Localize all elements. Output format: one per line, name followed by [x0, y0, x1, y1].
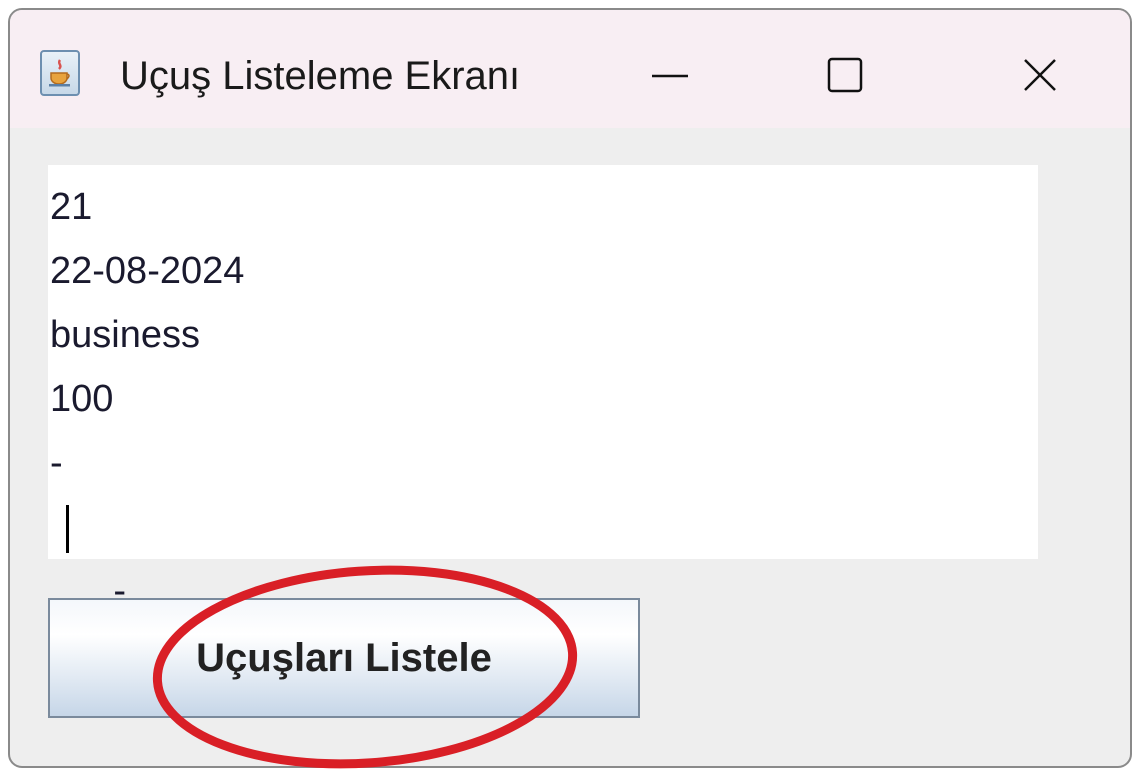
minimize-button[interactable]	[615, 30, 725, 120]
list-flights-button[interactable]: Uçuşları Listele	[48, 598, 640, 718]
maximize-button[interactable]	[790, 30, 900, 120]
maximize-icon	[827, 57, 863, 93]
textarea-line: 21	[50, 186, 93, 228]
text-caret	[66, 505, 69, 553]
title-bar[interactable]: Uçuş Listeleme Ekranı	[10, 10, 1130, 128]
close-icon	[1024, 59, 1056, 91]
textarea-line-with-caret: -	[50, 495, 1038, 612]
java-coffee-icon	[40, 50, 80, 96]
textarea-line: business	[50, 314, 200, 356]
close-button[interactable]	[985, 30, 1095, 120]
flight-list-textarea[interactable]: 21 22-08-2024 business 100 - -	[48, 165, 1038, 612]
textarea-line: 100	[50, 378, 114, 420]
minimize-icon	[652, 74, 688, 78]
textarea-line: 22-08-2024	[50, 250, 245, 292]
window-title: Uçuş Listeleme Ekranı	[120, 54, 521, 98]
textarea-line: -	[50, 442, 63, 484]
app-window: Uçuş Listeleme Ekranı 21 22-08-2024 busi…	[8, 8, 1132, 768]
